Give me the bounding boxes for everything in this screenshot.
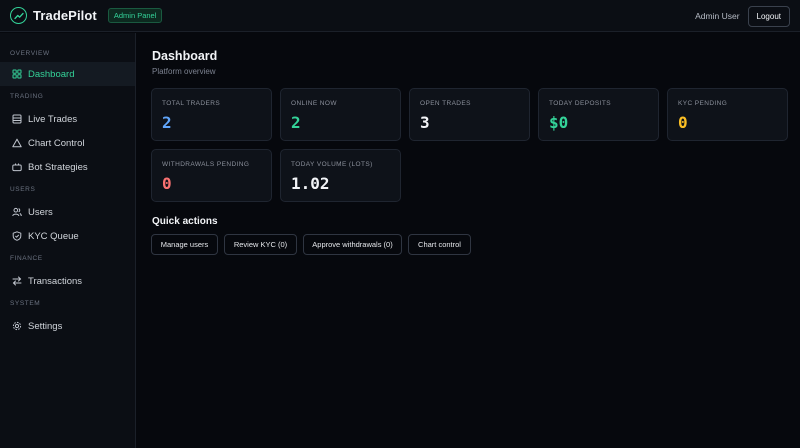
stat-value: 0	[162, 174, 172, 193]
sidebar-section-system: SYSTEM	[10, 300, 41, 307]
current-user-name: Admin User	[695, 11, 740, 21]
brand-name: TradePilot	[33, 8, 97, 23]
sidebar-item-settings[interactable]: Settings	[0, 314, 135, 338]
stat-card-today-volume: TODAY VOLUME (LOTS) 1.02	[280, 149, 401, 202]
stat-value: 3	[420, 113, 430, 132]
sidebar-item-dashboard[interactable]: Dashboard	[0, 62, 135, 86]
stat-card-online-now: ONLINE NOW 2	[280, 88, 401, 141]
stat-label: ONLINE NOW	[291, 100, 337, 107]
stat-label: WITHDRAWALS PENDING	[162, 161, 250, 168]
sidebar-item-label: Dashboard	[28, 68, 75, 80]
sidebar-section-finance: FINANCE	[10, 255, 43, 262]
stat-label: TOTAL TRADERS	[162, 100, 221, 107]
main-content: Dashboard Platform overview TOTAL TRADER…	[137, 33, 800, 448]
brand[interactable]: TradePilot Admin Panel	[10, 7, 163, 24]
chart-control-button[interactable]: Chart control	[408, 234, 471, 255]
page-title: Dashboard	[152, 49, 218, 63]
gear-icon	[12, 321, 22, 331]
sidebar-item-label: Chart Control	[28, 137, 85, 149]
manage-users-button[interactable]: Manage users	[151, 234, 218, 255]
stat-card-kyc-pending: KYC PENDING 0	[667, 88, 788, 141]
admin-panel-badge: Admin Panel	[107, 8, 163, 23]
stat-value: 0	[678, 113, 688, 132]
stat-label: OPEN TRADES	[420, 100, 471, 107]
sidebar: OVERVIEW Dashboard TRADING Live Trades C…	[0, 33, 136, 448]
stat-value: 1.02	[291, 174, 330, 193]
stat-value: $0	[549, 113, 569, 132]
top-bar: TradePilot Admin Panel Admin User Logout	[0, 0, 800, 32]
sidebar-item-label: Users	[28, 206, 53, 218]
stat-label: KYC PENDING	[678, 100, 728, 107]
stat-label: TODAY DEPOSITS	[549, 100, 611, 107]
stat-value: 2	[162, 113, 172, 132]
stat-card-total-traders: TOTAL TRADERS 2	[151, 88, 272, 141]
stat-card-open-trades: OPEN TRADES 3	[409, 88, 530, 141]
list-icon	[12, 114, 22, 124]
stat-card-withdrawals-pending: WITHDRAWALS PENDING 0	[151, 149, 272, 202]
sidebar-item-bot-strategies[interactable]: Bot Strategies	[0, 155, 135, 179]
sidebar-item-label: Bot Strategies	[28, 161, 88, 173]
quick-actions-title: Quick actions	[152, 216, 218, 227]
transfer-icon	[12, 276, 22, 286]
sidebar-item-live-trades[interactable]: Live Trades	[0, 107, 135, 131]
sidebar-item-kyc-queue[interactable]: KYC Queue	[0, 224, 135, 248]
bot-icon	[12, 162, 22, 172]
review-kyc-button[interactable]: Review KYC (0)	[224, 234, 297, 255]
sidebar-item-users[interactable]: Users	[0, 200, 135, 224]
shield-icon	[12, 231, 22, 241]
trend-up-icon	[10, 7, 27, 24]
triangle-icon	[12, 138, 22, 148]
sidebar-item-label: KYC Queue	[28, 230, 79, 242]
page-subtitle: Platform overview	[152, 67, 216, 76]
sidebar-section-overview: OVERVIEW	[10, 50, 50, 57]
stat-label: TODAY VOLUME (LOTS)	[291, 161, 373, 168]
sidebar-item-chart-control[interactable]: Chart Control	[0, 131, 135, 155]
stat-card-today-deposits: TODAY DEPOSITS $0	[538, 88, 659, 141]
sidebar-section-users: USERS	[10, 186, 36, 193]
sidebar-item-label: Settings	[28, 320, 63, 332]
logout-button[interactable]: Logout	[747, 5, 790, 27]
sidebar-item-label: Transactions	[28, 275, 83, 287]
stat-value: 2	[291, 113, 301, 132]
sidebar-item-transactions[interactable]: Transactions	[0, 269, 135, 293]
grid-icon	[12, 69, 22, 79]
approve-withdrawals-button[interactable]: Approve withdrawals (0)	[303, 234, 402, 255]
sidebar-item-label: Live Trades	[28, 113, 78, 125]
users-icon	[12, 207, 22, 217]
sidebar-section-trading: TRADING	[10, 93, 44, 100]
